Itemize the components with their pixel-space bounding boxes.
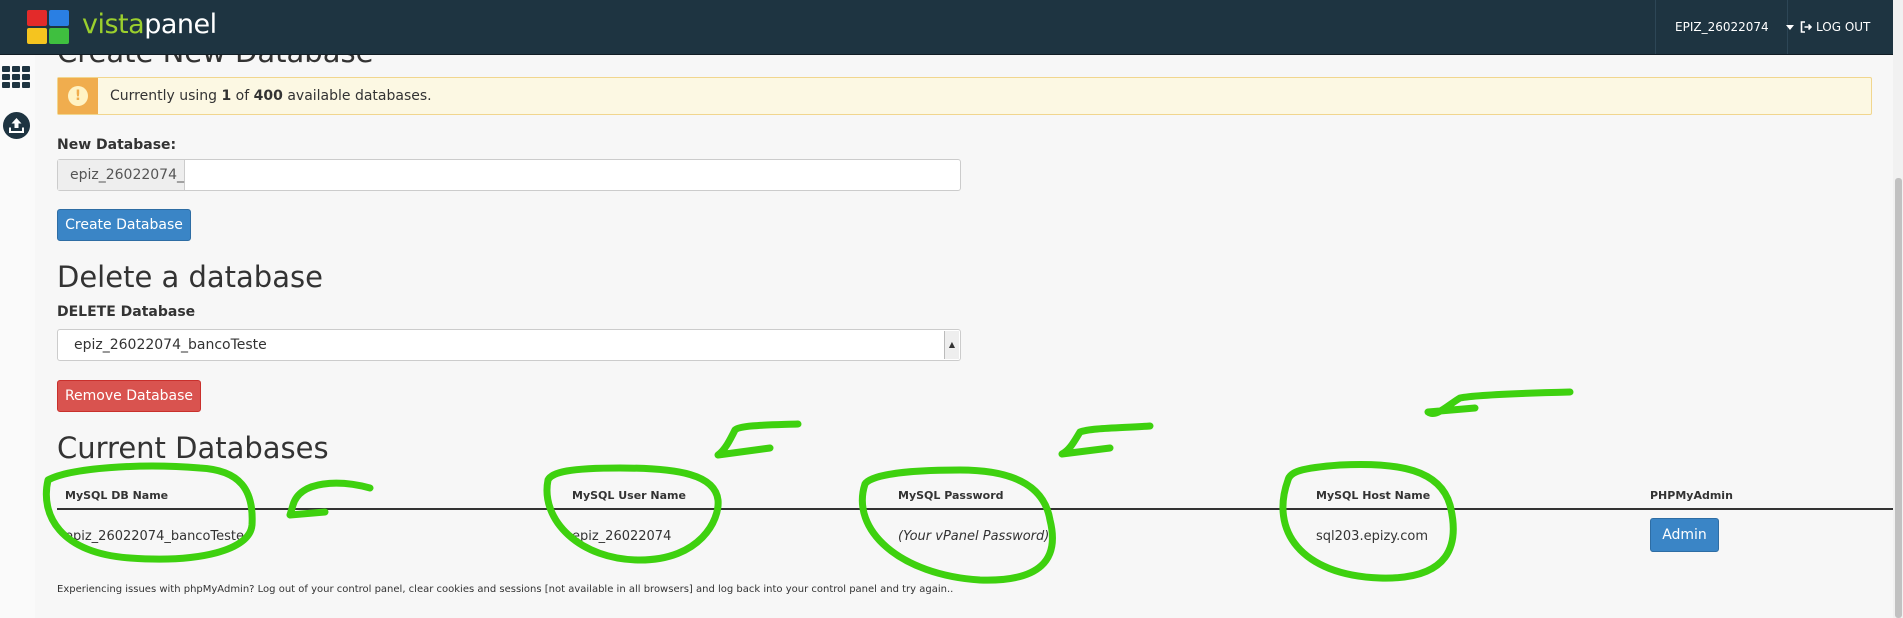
delete-database-label: DELETE Database bbox=[57, 304, 196, 320]
create-database-heading: Create New Database bbox=[57, 55, 373, 69]
phpmyadmin-admin-button[interactable]: Admin bbox=[1650, 518, 1719, 552]
table-header-divider bbox=[57, 508, 1893, 510]
new-database-input[interactable] bbox=[186, 160, 960, 192]
phpmyadmin-help-note: Experiencing issues with phpMyAdmin? Log… bbox=[57, 584, 954, 595]
delete-database-select[interactable]: epiz_26022074_bancoTeste ▲ bbox=[57, 329, 961, 361]
upload-icon[interactable] bbox=[3, 112, 30, 139]
column-header-host-name: MySQL Host Name bbox=[1316, 489, 1431, 502]
select-arrows-icon: ▲ bbox=[944, 331, 959, 359]
password-cell: (Your vPanel Password) bbox=[898, 529, 1050, 544]
chevron-down-icon bbox=[1785, 24, 1794, 30]
column-header-phpmyadmin: PHPMyAdmin bbox=[1650, 489, 1733, 502]
create-database-button[interactable]: Create Database bbox=[57, 209, 191, 241]
top-navbar: vistapanel EPIZ_26022074 LOG OUT bbox=[0, 0, 1893, 55]
logout-label: LOG OUT bbox=[1816, 20, 1871, 34]
user-menu-dropdown[interactable]: EPIZ_26022074 bbox=[1655, 0, 1794, 54]
column-header-user-name: MySQL User Name bbox=[572, 489, 686, 502]
upload-arrow-icon bbox=[9, 118, 24, 133]
selected-database-value: epiz_26022074_bancoTeste bbox=[74, 337, 267, 353]
scrollbar-thumb[interactable] bbox=[1895, 178, 1902, 618]
username-label: EPIZ_26022074 bbox=[1675, 20, 1769, 34]
main-content: Create New Database ! Currently using 1 … bbox=[35, 55, 1893, 618]
current-databases-heading: Current Databases bbox=[57, 431, 329, 465]
database-prefix-addon: epiz_26022074_ bbox=[58, 160, 185, 190]
alert-text: Currently using 1 of 400 available datab… bbox=[110, 88, 432, 104]
host-name-cell: sql203.epizy.com bbox=[1316, 529, 1429, 544]
new-database-label: New Database: bbox=[57, 137, 177, 153]
logout-icon bbox=[1800, 21, 1812, 33]
apps-grid-icon[interactable] bbox=[2, 66, 31, 88]
logo-blocks-icon bbox=[27, 10, 71, 44]
user-name-cell: epiz_26022074 bbox=[572, 529, 672, 544]
column-header-db-name: MySQL DB Name bbox=[65, 489, 169, 502]
left-sidebar bbox=[0, 55, 36, 618]
logo-text: vistapanel bbox=[82, 9, 217, 40]
delete-database-heading: Delete a database bbox=[57, 260, 323, 294]
new-database-input-group: epiz_26022074_ bbox=[57, 159, 961, 192]
db-name-cell: epiz_26022074_bancoTeste bbox=[65, 529, 245, 544]
logout-button[interactable]: LOG OUT bbox=[1800, 0, 1870, 54]
column-header-password: MySQL Password bbox=[898, 489, 1004, 502]
remove-database-button[interactable]: Remove Database bbox=[57, 380, 201, 412]
exclamation-icon: ! bbox=[68, 86, 88, 106]
usage-alert: ! Currently using 1 of 400 available dat… bbox=[57, 77, 1872, 115]
